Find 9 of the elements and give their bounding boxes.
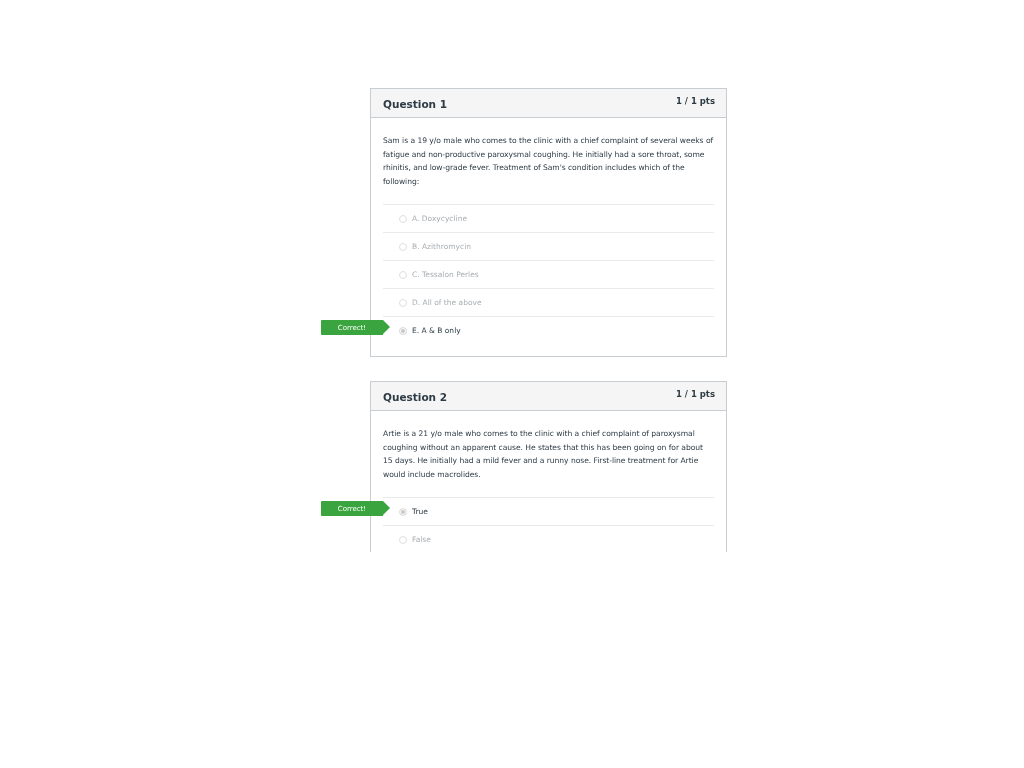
radio-button[interactable]	[399, 535, 407, 544]
radio-button[interactable]	[399, 242, 407, 251]
points-score: 1 / 1 pts	[675, 96, 715, 106]
radio-button[interactable]	[399, 270, 407, 279]
radio-button[interactable]	[399, 298, 407, 307]
question-title: Question 1	[383, 98, 448, 110]
question-title: Question 2	[383, 391, 448, 403]
radio-button[interactable]	[399, 214, 407, 223]
points-score: 1 / 1 pts	[675, 389, 715, 399]
